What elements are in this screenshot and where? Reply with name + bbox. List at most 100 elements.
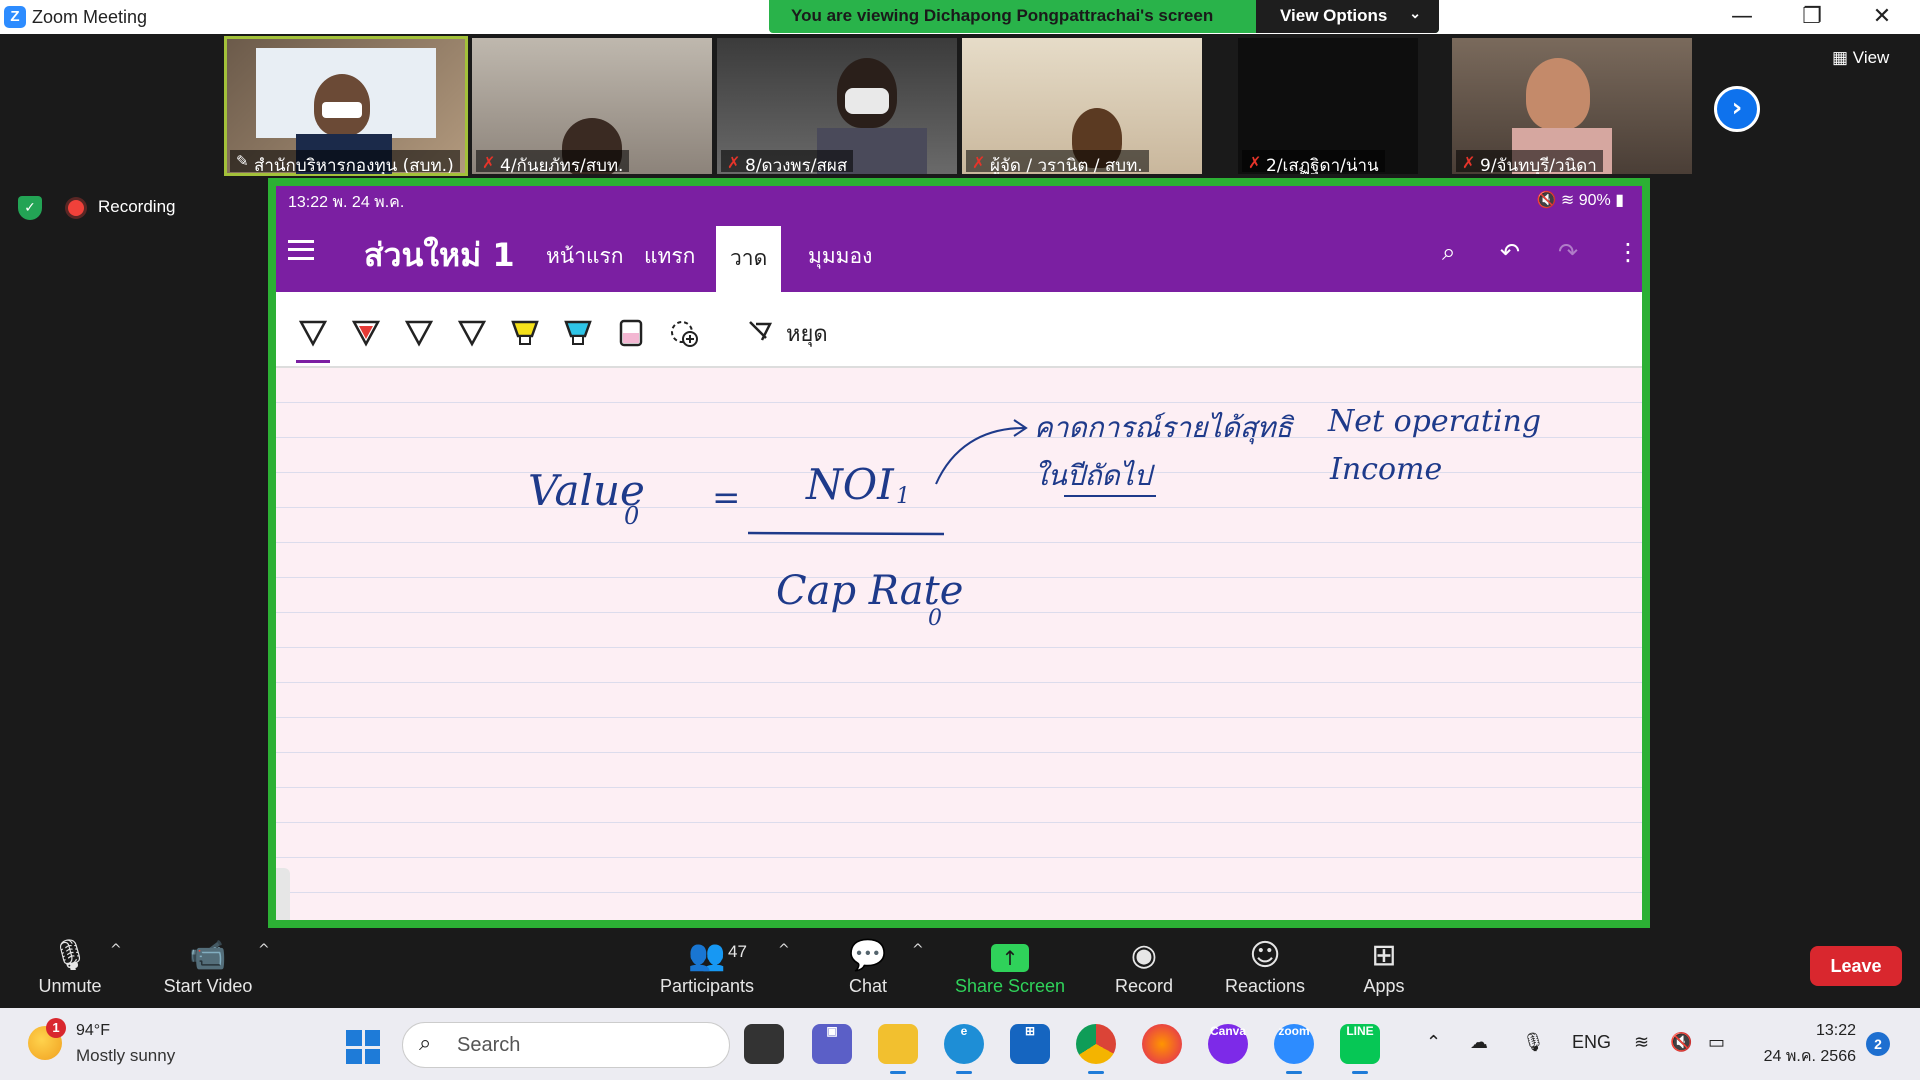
canva-icon[interactable]: Canva	[1208, 1024, 1248, 1064]
view-button[interactable]: ▦ View	[1832, 48, 1889, 68]
handwriting-income: Income	[1330, 452, 1443, 487]
weather-badge: 1	[46, 1018, 66, 1038]
battery-icon[interactable]: ▭	[1708, 1032, 1725, 1053]
microphone-icon[interactable]: 🎙	[1522, 1032, 1545, 1053]
device-status-bar: 13:22 พ. 24 พ.ค. 🔇 ≋ 90% ▮	[276, 186, 1642, 214]
microphone-muted-icon: ✗	[1462, 153, 1476, 172]
task-view-icon[interactable]	[744, 1024, 784, 1064]
reactions-button[interactable]: ☺ Reactions	[1220, 936, 1310, 997]
handwriting-cap-subscript: 0	[928, 606, 942, 631]
participants-options-caret[interactable]: ^	[778, 942, 790, 958]
underline-stroke	[1064, 495, 1156, 497]
restore-button[interactable]: ❐	[1782, 2, 1842, 32]
pen-black-icon[interactable]	[298, 318, 328, 348]
unmute-button[interactable]: 🎙 Unmute	[30, 936, 110, 997]
pen-red-icon[interactable]	[351, 318, 381, 348]
view-options-button[interactable]: View Options ⌄	[1256, 0, 1439, 33]
firefox-icon[interactable]	[1142, 1024, 1182, 1064]
undo-icon[interactable]: ↶	[1500, 238, 1520, 266]
weather-temperature[interactable]: 94°F	[76, 1022, 110, 1040]
apps-button[interactable]: ⊞ Apps	[1354, 936, 1414, 997]
zoom-logo-icon: Z	[4, 6, 26, 28]
participant-name: ✗ ผู้จัด / วรานิต / สบท.	[966, 150, 1149, 174]
more-options-icon[interactable]: ⋮	[1616, 238, 1640, 266]
windows-start-icon[interactable]	[346, 1030, 380, 1064]
notebook-canvas[interactable]: Value 0 = NOI 1 Cap Rate 0 คาดการณ์รายได…	[276, 368, 1642, 920]
windows-taskbar: 1 94°F Mostly sunny ⌕ Search ▣ e ⊞ Canva…	[0, 1008, 1920, 1080]
search-icon[interactable]: ⌕	[1442, 238, 1455, 266]
microsoft-store-icon[interactable]: ⊞	[1010, 1024, 1050, 1064]
selected-pen-indicator	[296, 360, 330, 363]
record-button[interactable]: ◉ Record	[1104, 936, 1184, 997]
onedrive-cloud-icon[interactable]: ☁	[1470, 1032, 1488, 1053]
video-off-icon: 📹	[189, 938, 227, 973]
view-options-label: View Options	[1280, 6, 1388, 25]
fraction-line	[747, 531, 945, 536]
tab-view[interactable]: มุมมอง	[808, 240, 872, 273]
start-video-button[interactable]: 📹 Start Video	[158, 936, 258, 997]
participant-tile[interactable]: ✗ ผู้จัด / วรานิต / สบท.	[962, 38, 1202, 174]
side-pane-handle[interactable]	[276, 868, 290, 920]
tab-insert[interactable]: แทรก	[644, 240, 695, 273]
show-hidden-icons-icon[interactable]: ⌃	[1426, 1032, 1441, 1053]
line-icon[interactable]: LINE	[1340, 1024, 1380, 1074]
video-options-caret[interactable]: ^	[258, 942, 270, 958]
microphone-muted-icon: ✗	[727, 153, 741, 172]
participant-tile[interactable]: ✗ 8/ดวงพร/สผส	[717, 38, 957, 174]
leave-button[interactable]: Leave	[1810, 946, 1902, 986]
microphone-muted-icon: 🎙	[50, 938, 90, 973]
file-explorer-icon[interactable]	[878, 1024, 918, 1074]
redo-icon[interactable]: ↷	[1558, 238, 1578, 266]
teams-chat-icon[interactable]: ▣	[812, 1024, 852, 1064]
minimize-button[interactable]: —	[1712, 2, 1772, 32]
eraser-icon[interactable]	[616, 318, 646, 348]
weather-description[interactable]: Mostly sunny	[76, 1046, 175, 1066]
clock-time: 13:22	[1815, 1022, 1856, 1039]
add-pen-icon[interactable]	[669, 318, 699, 348]
stop-button[interactable]: หยุด	[786, 316, 828, 351]
microphone-icon: ✎	[236, 152, 249, 170]
share-screen-button[interactable]: ↑ Share Screen	[954, 936, 1066, 997]
tab-home[interactable]: หน้าแรก	[546, 240, 624, 273]
edge-icon[interactable]: e	[944, 1024, 984, 1074]
title-bar: Z Zoom Meeting You are viewing Dichapong…	[0, 0, 1920, 34]
wifi-icon[interactable]: ≋	[1634, 1032, 1649, 1053]
chevron-down-icon: ⌄	[1409, 5, 1421, 21]
zoom-app-icon[interactable]: zoom	[1274, 1024, 1314, 1074]
chat-button[interactable]: 💬 Chat	[838, 936, 898, 997]
pen-dark-icon[interactable]	[404, 318, 434, 348]
clock[interactable]: 13:22 24 พ.ค. 2566	[1750, 1022, 1856, 1069]
taskbar-search-input[interactable]: ⌕ Search	[402, 1022, 730, 1068]
recording-label[interactable]: Recording	[98, 197, 176, 217]
participant-name: ✎ สำนักบริหารกองทุน (สบท.)	[230, 150, 460, 174]
language-indicator[interactable]: ENG	[1572, 1032, 1611, 1053]
participant-tile[interactable]: ✎ สำนักบริหารกองทุน (สบท.)	[224, 36, 468, 176]
audio-options-caret[interactable]: ^	[110, 942, 122, 958]
chrome-icon[interactable]	[1076, 1024, 1116, 1074]
draw-toolbar: หยุด	[276, 292, 1642, 368]
lasso-icon[interactable]	[746, 318, 776, 348]
pen-outline-icon[interactable]	[457, 318, 487, 348]
participant-tile[interactable]: ✗ 2/เสฏฐิดา/น่าน	[1238, 38, 1418, 174]
highlighter-yellow-icon[interactable]	[510, 318, 540, 348]
shared-screen[interactable]: 13:22 พ. 24 พ.ค. 🔇 ≋ 90% ▮ ส่วนใหม่ 1 หน…	[268, 178, 1650, 928]
participants-count: 47	[728, 942, 747, 961]
chat-options-caret[interactable]: ^	[912, 942, 924, 958]
highlighter-cyan-icon[interactable]	[563, 318, 593, 348]
clock-date: 24 พ.ค. 2566	[1763, 1048, 1856, 1065]
microphone-muted-icon: ✗	[972, 153, 986, 172]
close-button[interactable]: ✕	[1852, 2, 1912, 32]
volume-muted-icon[interactable]: 🔇	[1670, 1032, 1692, 1053]
tab-draw[interactable]: วาด	[716, 226, 782, 292]
participant-tile[interactable]: ✗ 9/จันทบุรี/วนิดา	[1452, 38, 1692, 174]
menu-icon[interactable]	[288, 240, 314, 260]
participant-tile[interactable]: ✗ 4/กันยภัทร/สบท.	[472, 38, 712, 174]
handwriting-net-operating: Net operating	[1328, 404, 1542, 439]
shield-icon[interactable]: ✓	[18, 196, 42, 220]
participant-name: ✗ 4/กันยภัทร/สบท.	[476, 150, 630, 174]
banner-text: You are viewing Dichapong Pongpattrachai…	[791, 6, 1214, 25]
next-page-button[interactable]: ›	[1714, 86, 1760, 132]
search-icon: ⌕	[419, 1031, 432, 1056]
notification-count-badge[interactable]: 2	[1866, 1032, 1890, 1056]
gallery-icon: ▦	[1832, 48, 1849, 67]
